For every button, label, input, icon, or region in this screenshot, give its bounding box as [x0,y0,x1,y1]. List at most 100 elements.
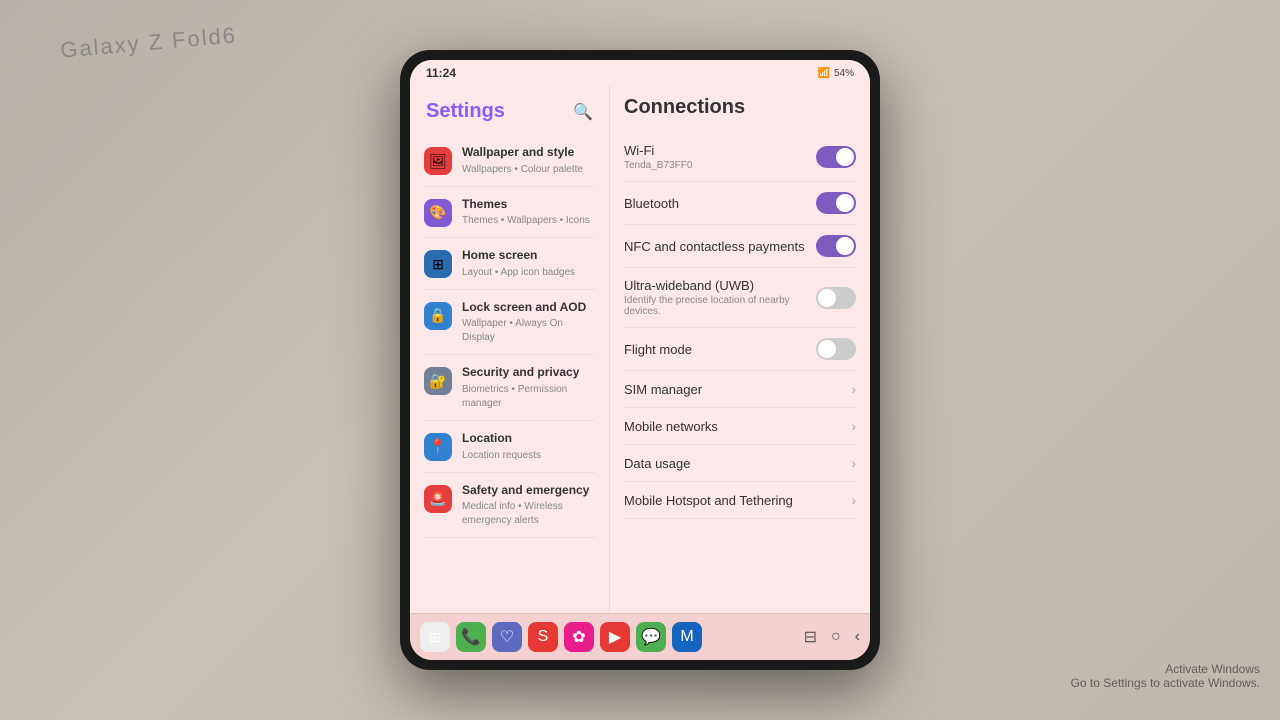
menu-sublabel-home: Layout • App icon badges [462,266,595,280]
dock-app-social2[interactable]: S [528,622,558,652]
menu-label-home: Home screen [462,248,595,264]
toggle-flight[interactable] [816,338,856,360]
menu-sublabel-wallpaper: Wallpapers • Colour palette [462,163,595,177]
activate-windows-watermark: Activate Windows Go to Settings to activ… [1071,662,1260,690]
status-bar: 11:24 📶 54% [410,60,870,86]
connection-info-nfc: NFC and contactless payments [624,239,816,254]
toggle-uwb[interactable] [816,287,856,309]
menu-label-themes: Themes [462,197,595,213]
activate-windows-line2: Go to Settings to activate Windows. [1071,676,1260,690]
menu-text-themes: Themes Themes • Wallpapers • Icons [462,197,595,229]
settings-panel[interactable]: Settings 🔍 🖼 Wallpaper and style Wallpap… [410,86,610,613]
connection-info-mobile: Mobile networks [624,419,851,434]
bottom-dock: ⊞📞♡S✿▶💬M ⊟ ○ ‹ [410,613,870,660]
settings-title: Settings [426,100,505,123]
connection-label-hotspot: Mobile Hotspot and Tethering [624,493,851,508]
chevron-hotspot: › [851,492,856,508]
dock-app-social3[interactable]: ✿ [564,622,594,652]
connection-label-uwb: Ultra-wideband (UWB) [624,278,816,293]
connection-label-mobile: Mobile networks [624,419,851,434]
connections-list: Wi-Fi Tenda_B73FF0 Bluetooth NFC and con… [624,133,856,519]
toggle-knob-wifi [836,148,854,166]
connection-item-uwb[interactable]: Ultra-wideband (UWB) Identify the precis… [624,268,856,328]
toggle-knob-uwb [818,289,836,307]
menu-sublabel-themes: Themes • Wallpapers • Icons [462,214,595,228]
menu-text-safety: Safety and emergency Medical info • Wire… [462,483,595,529]
dock-apps: ⊞📞♡S✿▶💬M [420,622,702,652]
phone-screen: 11:24 📶 54% Settings 🔍 🖼 Wallpaper and s… [410,60,870,660]
phone-frame: 11:24 📶 54% Settings 🔍 🖼 Wallpaper and s… [400,50,880,670]
connection-item-wifi[interactable]: Wi-Fi Tenda_B73FF0 [624,133,856,182]
connection-info-bluetooth: Bluetooth [624,196,816,211]
search-button[interactable]: 🔍 [573,102,593,122]
connection-item-hotspot[interactable]: Mobile Hotspot and Tethering › [624,482,856,519]
toggle-wifi[interactable] [816,146,856,168]
menu-sublabel-location: Location requests [462,449,595,463]
toggle-knob-bluetooth [836,194,854,212]
toggle-nfc[interactable] [816,235,856,257]
connection-item-sim[interactable]: SIM manager › [624,371,856,408]
dock-app-microsoft[interactable]: M [672,622,702,652]
connection-label-wifi: Wi-Fi [624,143,816,158]
menu-item-security[interactable]: 🔐 Security and privacy Biometrics • Perm… [410,355,609,421]
connection-info-data: Data usage [624,456,851,471]
menu-icon-wallpaper: 🖼 [424,147,452,175]
menu-icon-location: 📍 [424,433,452,461]
connection-label-flight: Flight mode [624,342,816,357]
dock-app-youtube[interactable]: ▶ [600,622,630,652]
activate-windows-line1: Activate Windows [1071,662,1260,676]
toggle-bluetooth[interactable] [816,192,856,214]
menu-item-lock[interactable]: 🔒 Lock screen and AOD Wallpaper • Always… [410,290,609,356]
status-icons: 📶 54% [818,68,854,79]
menu-item-location[interactable]: 📍 Location Location requests [410,421,609,473]
connection-sublabel-wifi: Tenda_B73FF0 [624,160,816,171]
menu-sublabel-safety: Medical info • Wireless emergency alerts [462,500,595,528]
menu-text-home: Home screen Layout • App icon badges [462,248,595,280]
menu-item-home[interactable]: ⊞ Home screen Layout • App icon badges [410,238,609,290]
dock-app-phone[interactable]: 📞 [456,622,486,652]
menu-label-security: Security and privacy [462,365,595,381]
connection-sublabel-uwb: Identify the precise location of nearby … [624,295,816,317]
nav-recents[interactable]: ⊟ [804,627,817,647]
connections-title: Connections [624,96,856,119]
status-time: 11:24 [426,66,456,80]
nav-back[interactable]: ‹ [855,628,860,646]
connections-panel[interactable]: Connections Wi-Fi Tenda_B73FF0 Bluetooth… [610,86,870,613]
menu-text-location: Location Location requests [462,431,595,463]
battery-text: 54% [834,68,854,79]
connection-item-nfc[interactable]: NFC and contactless payments [624,225,856,268]
nav-home[interactable]: ○ [831,628,841,646]
menu-icon-lock: 🔒 [424,302,452,330]
dock-nav: ⊟ ○ ‹ [804,627,860,647]
menu-icon-home: ⊞ [424,250,452,278]
signal-icon: 📶 [818,68,830,79]
connection-item-data[interactable]: Data usage › [624,445,856,482]
connection-label-sim: SIM manager [624,382,851,397]
main-content: Settings 🔍 🖼 Wallpaper and style Wallpap… [410,86,870,613]
dock-app-whatsapp[interactable]: 💬 [636,622,666,652]
chevron-mobile: › [851,418,856,434]
settings-menu: 🖼 Wallpaper and style Wallpapers • Colou… [410,135,609,538]
menu-label-wallpaper: Wallpaper and style [462,145,595,161]
menu-label-location: Location [462,431,595,447]
menu-item-themes[interactable]: 🎨 Themes Themes • Wallpapers • Icons [410,187,609,239]
menu-sublabel-lock: Wallpaper • Always On Display [462,317,595,345]
menu-item-wallpaper[interactable]: 🖼 Wallpaper and style Wallpapers • Colou… [410,135,609,187]
connection-label-bluetooth: Bluetooth [624,196,816,211]
menu-item-safety[interactable]: 🚨 Safety and emergency Medical info • Wi… [410,473,609,539]
connection-item-bluetooth[interactable]: Bluetooth [624,182,856,225]
toggle-knob-flight [818,340,836,358]
dock-app-social1[interactable]: ♡ [492,622,522,652]
connection-item-flight[interactable]: Flight mode [624,328,856,371]
connection-info-wifi: Wi-Fi Tenda_B73FF0 [624,143,816,171]
connection-label-nfc: NFC and contactless payments [624,239,816,254]
dock-app-grid[interactable]: ⊞ [420,622,450,652]
connection-item-mobile[interactable]: Mobile networks › [624,408,856,445]
menu-label-safety: Safety and emergency [462,483,595,499]
connection-info-uwb: Ultra-wideband (UWB) Identify the precis… [624,278,816,317]
menu-sublabel-security: Biometrics • Permission manager [462,383,595,411]
menu-label-lock: Lock screen and AOD [462,300,595,316]
connection-info-sim: SIM manager [624,382,851,397]
menu-icon-safety: 🚨 [424,485,452,513]
connection-label-data: Data usage [624,456,851,471]
